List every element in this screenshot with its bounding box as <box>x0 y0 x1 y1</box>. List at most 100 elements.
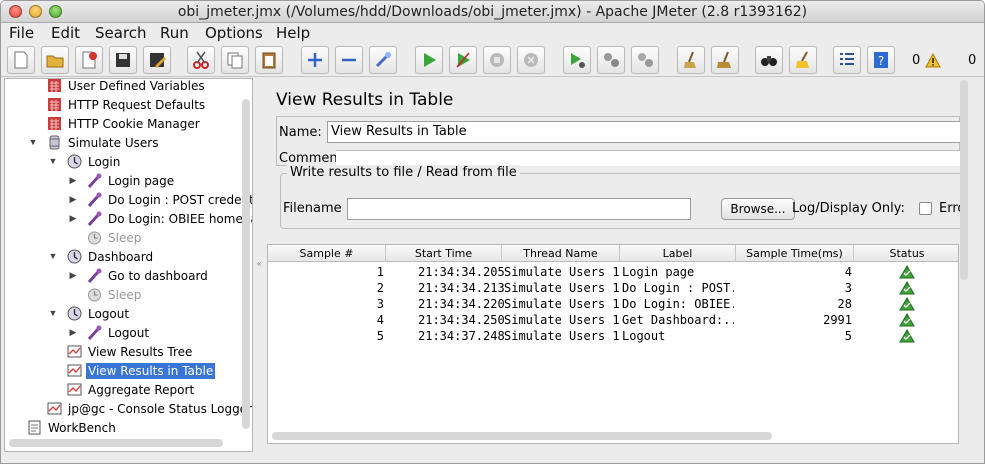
tree-item-http-cookie-manager[interactable]: HTTP Cookie Manager <box>45 114 202 133</box>
stop-button[interactable] <box>483 46 511 74</box>
errors-checkbox[interactable] <box>919 202 932 215</box>
tree-item-label: Logout <box>108 325 150 340</box>
tree-item-simulate-users[interactable]: Simulate Users <box>45 133 160 152</box>
column-header-sample-time[interactable]: Sample Time(ms) <box>736 245 854 262</box>
search-button[interactable] <box>755 46 783 74</box>
tree-item-label: Simulate Users <box>68 135 159 150</box>
scissors-icon <box>193 51 209 69</box>
table-row[interactable]: 2 21:34:34.213 Simulate Users 1-1 Do Log… <box>268 280 958 296</box>
tree-item-sleep[interactable]: Sleep <box>85 285 143 304</box>
tree-item-go-to-dashboard[interactable]: Go to dashboard <box>85 266 210 285</box>
tree-item-workbench[interactable]: WorkBench <box>25 418 118 437</box>
new-file-icon <box>14 51 28 69</box>
success-status-icon <box>899 281 915 295</box>
tree-item-login-page[interactable]: Login page <box>85 171 176 190</box>
clear-all-button[interactable] <box>711 46 739 74</box>
comments-field[interactable] <box>336 150 960 166</box>
cell-start-time: 21:34:34.213 <box>418 281 504 295</box>
cell-thread-name: Simulate Users 1-1 <box>504 265 620 279</box>
divider-grip-icon[interactable]: « <box>257 259 261 268</box>
tree-horizontal-scrollbar[interactable] <box>9 439 223 447</box>
reset-search-button[interactable] <box>789 46 817 74</box>
close-file-button[interactable] <box>75 46 103 74</box>
listener-chart-icon <box>65 362 83 379</box>
tree-item-logout-controller[interactable]: Logout <box>65 304 131 323</box>
table-horizontal-scrollbar[interactable] <box>272 432 772 440</box>
menu-run[interactable]: Run <box>160 24 189 42</box>
menu-edit[interactable]: Edit <box>51 24 80 42</box>
tree-vertical-scrollbar[interactable] <box>242 99 250 429</box>
collapse-arrow-icon[interactable]: ▼ <box>48 308 58 318</box>
menu-help[interactable]: Help <box>276 24 310 42</box>
expand-arrow-icon[interactable]: ▶ <box>68 194 78 205</box>
tree-item-logout-sampler[interactable]: Logout <box>85 323 151 342</box>
browse-button[interactable]: Browse... <box>721 198 795 220</box>
warning-icon[interactable] <box>925 53 941 68</box>
expand-all-button[interactable] <box>301 46 329 74</box>
column-header-sample[interactable]: Sample # <box>268 245 386 262</box>
filename-field[interactable] <box>347 198 691 220</box>
table-row[interactable]: 1 21:34:34.205 Simulate Users 1-1 Login … <box>268 264 958 280</box>
expand-arrow-icon[interactable]: ▶ <box>68 175 78 186</box>
expand-arrow-icon[interactable]: ▶ <box>68 213 78 224</box>
toggle-button[interactable] <box>369 46 397 74</box>
tree-item-console-status-logger[interactable]: jp@gc - Console Status Logger <box>45 399 252 418</box>
collapse-arrow-icon[interactable]: ▼ <box>48 251 58 261</box>
tree-item-view-results-in-table[interactable]: View Results in Table <box>65 361 216 380</box>
collapse-arrow-icon[interactable]: ▼ <box>48 156 58 166</box>
tree-item-dashboard[interactable]: Dashboard <box>65 247 155 266</box>
cut-button[interactable] <box>187 46 215 74</box>
shutdown-button[interactable] <box>517 46 545 74</box>
tree-item-view-results-tree[interactable]: View Results Tree <box>65 342 194 361</box>
tree-item-login[interactable]: Login <box>65 152 122 171</box>
paste-button[interactable] <box>255 46 283 74</box>
templates-button[interactable] <box>41 46 69 74</box>
tree-item-http-request-defaults[interactable]: HTTP Request Defaults <box>45 95 207 114</box>
close-file-icon <box>82 51 97 69</box>
tree-item-label: jp@gc - Console Status Logger <box>68 401 252 416</box>
column-header-status[interactable]: Status <box>854 245 958 262</box>
menu-options[interactable]: Options <box>205 24 263 42</box>
menu-search[interactable]: Search <box>95 24 147 42</box>
column-header-label[interactable]: Label <box>620 245 736 262</box>
column-header-thread-name[interactable]: Thread Name <box>502 245 620 262</box>
cell-label: Get Dashboard:... <box>622 313 734 327</box>
tree-item-do-login-obiee[interactable]: Do Login: OBIEE homepa <box>85 209 253 228</box>
tree-item-user-defined-variables[interactable]: User Defined Variables <box>45 79 207 95</box>
cell-start-time: 21:34:34.250 <box>418 313 504 327</box>
save-as-button[interactable] <box>143 46 171 74</box>
tree-item-do-login-post[interactable]: Do Login : POST credent <box>85 190 252 209</box>
help-button[interactable]: ? <box>867 46 895 74</box>
http-sampler-pipette-icon <box>85 324 103 341</box>
start-button[interactable] <box>415 46 443 74</box>
tree-item-label: Do Login: OBIEE homepa <box>108 211 253 226</box>
tree-item-label: HTTP Request Defaults <box>68 97 206 112</box>
collapse-all-button[interactable] <box>335 46 363 74</box>
save-button[interactable] <box>109 46 137 74</box>
tree-item-sleep[interactable]: Sleep <box>85 228 143 247</box>
cell-sample: 3 <box>376 297 384 311</box>
function-helper-button[interactable] <box>833 46 861 74</box>
clear-button[interactable] <box>677 46 705 74</box>
start-no-pauses-button[interactable] <box>449 46 477 74</box>
remote-start-button[interactable] <box>563 46 591 74</box>
name-field[interactable]: View Results in Table <box>327 121 961 143</box>
workbench-icon <box>25 419 43 436</box>
success-status-icon <box>899 297 915 311</box>
remote-stop-button[interactable] <box>597 46 625 74</box>
expand-arrow-icon[interactable]: ▶ <box>68 327 78 338</box>
remote-shutdown-button[interactable] <box>631 46 659 74</box>
table-row[interactable]: 5 21:34:37.248 Simulate Users 1-1 Logout… <box>268 328 958 344</box>
expand-arrow-icon[interactable]: ▶ <box>68 270 78 281</box>
broom-clear-all-icon <box>717 51 731 68</box>
new-button[interactable] <box>7 46 35 74</box>
column-header-start-time[interactable]: Start Time <box>386 245 502 262</box>
menu-file[interactable]: File <box>9 24 34 42</box>
cell-label: Do Login: OBIEE... <box>622 297 734 311</box>
table-row[interactable]: 4 21:34:34.250 Simulate Users 1-1 Get Da… <box>268 312 958 328</box>
table-row[interactable]: 3 21:34:34.220 Simulate Users 1-1 Do Log… <box>268 296 958 312</box>
collapse-arrow-icon[interactable]: ▼ <box>28 137 38 147</box>
copy-button[interactable] <box>221 46 249 74</box>
tree-item-aggregate-report[interactable]: Aggregate Report <box>65 380 196 399</box>
panel-vertical-scrollbar[interactable] <box>960 80 968 280</box>
